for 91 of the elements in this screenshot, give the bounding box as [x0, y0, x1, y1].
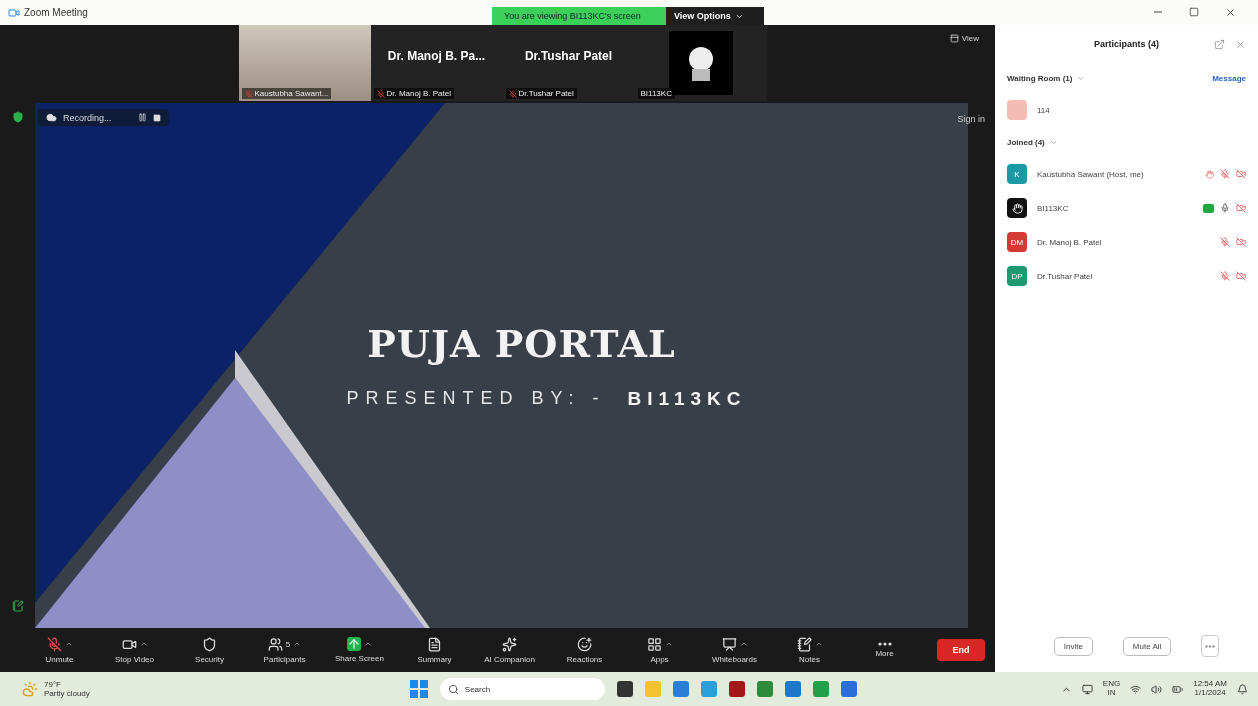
- app-icon[interactable]: [616, 681, 633, 697]
- toolbar-button[interactable]: 5 Participants: [247, 636, 322, 664]
- view-button[interactable]: View: [943, 33, 985, 44]
- avatar: DM: [1007, 232, 1027, 252]
- app-icon[interactable]: [728, 681, 745, 697]
- section-header: Joined (4): [1007, 137, 1045, 147]
- share-screen-icon: [347, 637, 361, 651]
- caret-icon[interactable]: [364, 640, 372, 648]
- language-indicator[interactable]: ENG: [1102, 680, 1121, 689]
- participant-name: Dr. Manoj B. Patel: [1037, 237, 1102, 247]
- toolbar-button[interactable]: Security: [172, 636, 247, 664]
- toolbar-button[interactable]: Unmute: [22, 636, 97, 664]
- summary-icon: [427, 636, 442, 652]
- participant-name: Dr. Manoj B. Pa...: [387, 49, 486, 63]
- wifi-icon[interactable]: [1130, 683, 1142, 695]
- toolbar-button[interactable]: Summary: [397, 636, 472, 664]
- slide-subtitle: PRESENTED BY: -: [346, 388, 606, 410]
- panel-button[interactable]: Mute All: [1122, 636, 1172, 656]
- apps-icon: [646, 636, 662, 652]
- participants-icon: [267, 636, 283, 652]
- clock-date[interactable]: 1/1/2024: [1194, 689, 1226, 698]
- caret-icon[interactable]: [139, 640, 148, 648]
- mic-off-icon: [46, 636, 62, 652]
- pencil-icon[interactable]: [11, 600, 24, 612]
- participant-name-label: BI113KC: [637, 88, 675, 99]
- participant-name: Dr.Tushar Patel: [1037, 271, 1093, 281]
- participant-name-label: Dr.Tushar Patel: [505, 88, 577, 99]
- caret-icon[interactable]: [814, 640, 823, 648]
- view-options-button[interactable]: View Options: [666, 7, 764, 25]
- participant-name: Dr.Tushar Patel: [524, 49, 613, 63]
- close-icon: [1225, 7, 1236, 18]
- participant-name-label: Kaustubha Sawant...: [241, 88, 332, 99]
- restore-button[interactable]: [1189, 7, 1199, 18]
- battery-icon[interactable]: [1172, 683, 1184, 695]
- toolbar-button[interactable]: Apps: [622, 636, 697, 664]
- toolbar-button[interactable]: Notes: [772, 636, 847, 664]
- toolbar-button[interactable]: AI Companion: [472, 636, 547, 664]
- toolbar-button[interactable]: More: [847, 642, 922, 658]
- end-button[interactable]: End: [937, 639, 985, 661]
- close-icon[interactable]: [1235, 38, 1246, 50]
- participant-name: BI113KC: [1037, 203, 1069, 213]
- sign-in-link[interactable]: Sign in: [957, 114, 985, 124]
- participant-name-label: Dr. Manoj B. Patel: [373, 88, 454, 99]
- shield-icon: [11, 111, 24, 123]
- caret-icon[interactable]: [293, 640, 302, 648]
- pause-icon[interactable]: [137, 113, 147, 122]
- participant-count: 5: [285, 639, 291, 649]
- stop-icon[interactable]: [152, 113, 161, 122]
- search-field[interactable]: Search: [439, 678, 605, 700]
- share-banner: You are viewing BI113KC's screen: [492, 7, 666, 25]
- window-title: Zoom Meeting: [24, 7, 88, 18]
- restore-icon: [1189, 7, 1199, 17]
- panel-title: Participants (4): [1094, 39, 1159, 49]
- ai-icon: [502, 636, 517, 652]
- more-icon: [1205, 644, 1216, 648]
- toolbar-button[interactable]: Whiteboards: [697, 636, 772, 664]
- pop-out-icon[interactable]: [1214, 38, 1225, 50]
- region-indicator[interactable]: IN: [1107, 689, 1116, 698]
- caret-icon[interactable]: [739, 640, 748, 648]
- app-logo-icon: [8, 6, 20, 19]
- participant-name: Kaustubha Sawant (Host, me): [1037, 169, 1144, 179]
- bell-icon[interactable]: [1237, 683, 1248, 695]
- message-link[interactable]: Message: [1212, 73, 1246, 83]
- start-icon[interactable]: [409, 680, 428, 698]
- section-header: Waiting Room (1): [1007, 73, 1073, 83]
- toolbar-button[interactable]: Reactions: [547, 636, 622, 664]
- cloud-icon: [46, 112, 57, 123]
- reactions-icon: [577, 636, 592, 652]
- panel-button[interactable]: Invite: [1053, 636, 1093, 656]
- caret-icon[interactable]: [664, 640, 673, 648]
- volume-icon[interactable]: [1151, 683, 1163, 695]
- view-icon: [949, 34, 959, 43]
- participant-name: 114: [1037, 105, 1050, 115]
- notes-icon: [796, 636, 812, 652]
- toolbar-button[interactable]: Stop Video: [97, 636, 172, 664]
- avatar: DP: [1007, 266, 1027, 286]
- security-icon: [202, 636, 217, 652]
- slide-title: PUJA PORTAL: [367, 321, 676, 366]
- avatar: K: [1007, 164, 1027, 184]
- temperature: 79°F: [44, 680, 62, 689]
- clock-time[interactable]: 12:54 AM: [1193, 680, 1227, 689]
- whiteboard-icon: [721, 636, 737, 652]
- caret-icon[interactable]: [64, 640, 73, 648]
- more-icon: [877, 642, 892, 646]
- search-icon: [447, 683, 459, 695]
- monitor-icon[interactable]: [1081, 683, 1093, 695]
- weather-condition: Partly cloudy: [44, 689, 90, 698]
- toolbar-button[interactable]: Share Screen: [322, 637, 397, 663]
- recording-label: Recording...: [63, 112, 112, 123]
- close-button[interactable]: [1225, 7, 1236, 18]
- presenter-name: BI113KC: [627, 388, 747, 410]
